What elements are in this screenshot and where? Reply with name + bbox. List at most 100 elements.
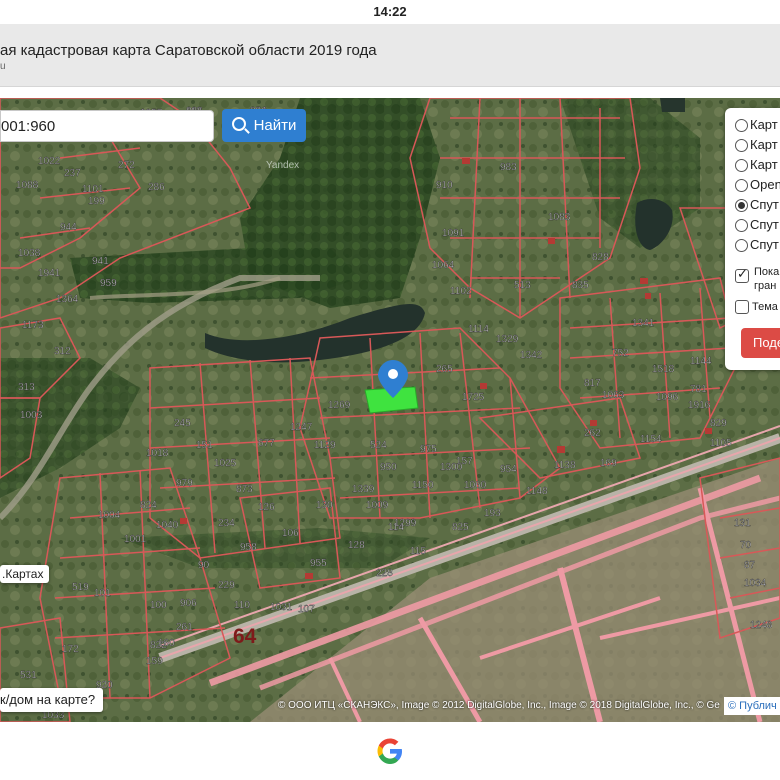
parcel-number-label: 1088 <box>16 180 39 191</box>
parcel-number-label: 817 <box>584 378 601 389</box>
layer-option-3[interactable]: Карт <box>735 157 778 173</box>
parcel-number-label: 1300 <box>440 462 463 473</box>
parcel-number-label: 1150 <box>412 480 434 491</box>
parcel-number-label: 1083 <box>548 212 571 223</box>
find-button[interactable]: Найти <box>222 109 306 142</box>
house-on-map-label: к/дом на карте? <box>0 692 96 707</box>
cadastral-map[interactable]: 2061132562501022237272108811011992869441… <box>0 98 780 722</box>
parcel-number-label: 261 <box>176 622 193 633</box>
parcel-number-label: 975 <box>420 444 437 455</box>
thematic-label: Тема <box>752 300 778 313</box>
parcel-number-label: 128 <box>348 540 365 551</box>
parcel-number-label: 262 <box>584 428 601 439</box>
parcel-number-label: 312 <box>54 346 71 357</box>
parcel-number-label: 272 <box>118 160 135 171</box>
parcel-number-label: 286 <box>148 182 165 193</box>
parcel-number-label: 531 <box>20 670 37 681</box>
parcel-number-label: 983 <box>500 162 517 173</box>
show-borders-checkbox[interactable]: Пока гран <box>735 265 779 293</box>
parcel-number-label: 70 <box>740 540 752 551</box>
parcel-number-label: 106 <box>282 528 299 539</box>
parcel-number-label: 979 <box>176 478 193 489</box>
radio-icon <box>735 239 748 253</box>
parcel-number-label: 107 <box>298 604 315 615</box>
radio-icon <box>735 179 748 193</box>
layer-option-label: Карт <box>750 117 778 132</box>
parcel-number-label: 1941 <box>38 268 61 279</box>
parcel-number-label: 1138 <box>554 460 576 471</box>
parcel-number-label: 873 <box>236 484 253 495</box>
layer-option-label: Карт <box>750 137 778 152</box>
parcel-number-label: 110 <box>234 600 250 611</box>
search-input[interactable]: 001:960 <box>0 110 214 142</box>
layer-option-label: Спут <box>750 217 779 232</box>
parcel-number-label: 822 <box>150 640 167 651</box>
parcel-number-label: 1102 <box>450 286 472 297</box>
parcel-number-label: 265 <box>436 364 453 375</box>
parcel-number-label: 1173 <box>22 320 44 331</box>
parcel-number-label: 101 <box>94 588 111 599</box>
parcel-number-label: 151 <box>196 440 213 451</box>
parcel-number-label: 1342 <box>520 350 543 361</box>
parcel-number-label: 941 <box>92 256 109 267</box>
parcel-number-label: 131 <box>734 518 751 529</box>
search-input-value: 001:960 <box>1 118 56 135</box>
radio-selected-icon <box>735 199 748 213</box>
parcel-number-label: 1916 <box>688 400 711 411</box>
parcel-number-label: 524 <box>370 440 387 451</box>
parcel-number-label: 90 <box>198 560 210 571</box>
parcel-number-label: 1101 <box>82 184 104 195</box>
layer-option-4[interactable]: Open <box>735 177 780 193</box>
layer-option-5[interactable]: Спут <box>735 197 779 213</box>
parcel-number-label: 1025 <box>214 458 237 469</box>
parcel-number-label: 954 <box>500 464 517 475</box>
parcel-number-label: 910 <box>436 180 453 191</box>
parcel-number-label: 1269 <box>328 400 351 411</box>
parcel-number-label: 199 <box>88 196 105 207</box>
parcel-number-label: 228 <box>376 568 393 579</box>
parcel-number-label: 1060 <box>464 480 487 491</box>
parcel-number-label: 828 <box>592 252 609 263</box>
parcel-number-label: 955 <box>310 558 327 569</box>
parcel-number-label: 1144 <box>690 356 712 367</box>
show-button[interactable]: Поде <box>741 328 780 358</box>
parcel-number-label: 100 <box>150 600 167 611</box>
layer-option-2[interactable]: Карт <box>735 137 778 153</box>
public-map-link[interactable]: © Публич <box>724 697 780 715</box>
layer-option-6[interactable]: Спут <box>735 217 779 233</box>
parcel-number-label: 1725 <box>462 392 485 403</box>
parcel-number-label: 1031 <box>270 602 293 613</box>
parcel-number-label: 87 <box>744 560 756 571</box>
parcel-number-label: 824 <box>140 500 157 511</box>
parcel-number-label: 781 <box>690 384 707 395</box>
google-logo-icon[interactable] <box>372 733 408 769</box>
status-time: 14:22 <box>373 4 407 19</box>
parcel-number-label: 1247 <box>290 422 313 433</box>
parcel-number-label: 172 <box>62 644 79 655</box>
parcel-number-label: 519 <box>72 582 89 593</box>
checkbox-icon <box>735 300 749 314</box>
show-button-label: Поде <box>753 335 780 350</box>
radio-icon <box>735 219 748 233</box>
thematic-checkbox[interactable]: Тема <box>735 300 778 314</box>
parcel-number-label: 115 <box>410 546 426 557</box>
parcel-number-label: 835 <box>572 280 589 291</box>
parcel-number-label: 1064 <box>432 260 455 271</box>
parcel-number-label: 193 <box>484 508 501 519</box>
layer-option-1[interactable]: Карт <box>735 117 778 133</box>
parcel-number-label: 825 <box>452 522 469 533</box>
parcel-number-label: 1063 <box>602 390 625 401</box>
parcel-number-label: 1040 <box>156 520 179 531</box>
yandex-watermark: Yandex <box>266 160 299 171</box>
layer-option-7[interactable]: Спут <box>735 237 779 253</box>
map-attribution: © ООО ИТЦ «СКАНЭКС», Imagе © 2012 Digita… <box>278 700 720 711</box>
house-on-map-button[interactable]: к/дом на карте? <box>0 688 104 712</box>
parcel-number-label: 126 <box>258 502 275 513</box>
yandex-maps-link[interactable]: .Картах <box>0 565 50 583</box>
parcel-number-label: 229 <box>218 580 235 591</box>
status-bar: 14:22 <box>0 0 780 24</box>
parcel-number-label: 959 <box>100 278 117 289</box>
parcel-number-label: 1364 <box>56 294 79 305</box>
parcel-number-label: 906 <box>180 598 197 609</box>
parcel-number-label: 130 <box>316 500 333 511</box>
